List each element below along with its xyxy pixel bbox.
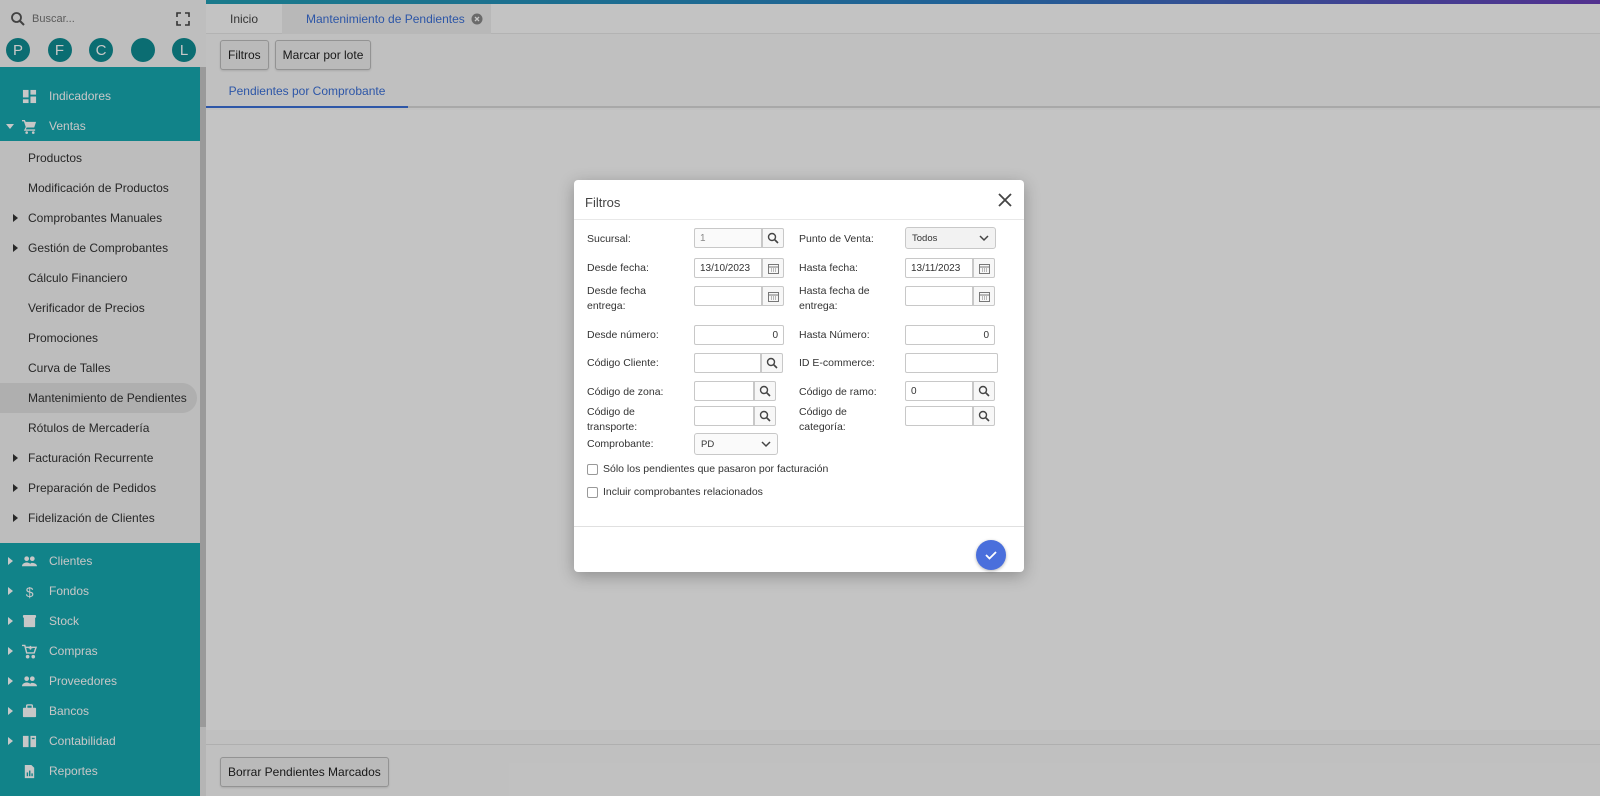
calendar-icon [767,263,779,274]
desde-numero-label: Desde número: [587,329,659,341]
codigo-zona-field[interactable] [694,381,754,401]
chevron-down-icon [979,235,989,242]
sucursal-label: Sucursal: [587,233,631,245]
solo-facturados-checkbox[interactable]: Sólo los pendientes que pasaron por fact… [587,463,828,475]
checkbox-box[interactable] [587,463,598,475]
checkbox-label: Sólo los pendientes que pasaron por fact… [603,463,829,475]
hasta-fecha-field[interactable]: 13/11/2023 [905,258,973,278]
calendar-icon [767,291,779,302]
chevron-down-icon [761,441,771,448]
filters-dialog: Filtros Sucursal: 1 Punto de Venta: Todo… [574,180,1024,572]
codigo-cliente-label: Código Cliente: [587,357,659,369]
desde-entrega-label-line: Desde fecha [587,285,646,297]
hasta-entrega-calendar-button[interactable] [973,286,995,306]
codigo-ramo-label: Código de ramo: [799,386,877,398]
punto-venta-value: Todos [912,232,938,244]
calendar-icon [978,291,990,302]
hasta-entrega-label: Hasta fecha de entrega: [799,284,870,314]
search-icon [978,410,990,422]
confirm-button[interactable] [976,540,1006,570]
desde-fecha-calendar-button[interactable] [762,258,784,278]
calendar-icon [978,263,990,274]
hasta-entrega-field[interactable] [905,286,973,306]
comprobante-label: Comprobante: [587,438,654,450]
codigo-ramo-search-button[interactable] [973,381,995,401]
codigo-transporte-field[interactable] [694,406,754,426]
comprobante-value: PD [701,438,715,450]
hasta-numero-label: Hasta Número: [799,329,870,341]
codigo-zona-search-button[interactable] [754,381,776,401]
incluir-relacionados-checkbox[interactable]: Incluir comprobantes relacionados [587,486,763,498]
codigo-transporte-search-button[interactable] [754,406,776,426]
check-icon [985,551,997,560]
hasta-fecha-label: Hasta fecha: [799,262,858,274]
hasta-numero-field[interactable]: 0 [905,325,995,345]
comprobante-select[interactable]: PD [694,433,778,455]
id-ecommerce-field[interactable] [905,353,998,373]
close-icon[interactable] [998,193,1012,207]
hasta-entrega-label-line: Hasta fecha de [799,285,870,297]
punto-venta-label: Punto de Venta: [799,233,874,245]
codigo-categoria-label-line: Código de [799,406,847,418]
codigo-cliente-field[interactable] [694,353,761,373]
codigo-categoria-label-line: categoría: [799,421,846,433]
search-icon [759,410,771,422]
desde-numero-field[interactable]: 0 [694,325,784,345]
desde-entrega-label: Desde fecha entrega: [587,284,646,314]
dialog-header: Filtros [574,180,1024,220]
checkbox-box[interactable] [587,486,598,498]
codigo-categoria-label: Código de categoría: [799,405,847,435]
codigo-categoria-field[interactable] [905,406,973,426]
dialog-title: Filtros [585,195,621,210]
search-icon [766,357,778,369]
id-ecommerce-label: ID E-commerce: [799,357,875,369]
codigo-transporte-label-line: transporte: [587,421,638,433]
search-icon [767,232,779,244]
sucursal-field[interactable]: 1 [694,228,762,248]
hasta-entrega-label-line: entrega: [799,300,838,312]
desde-entrega-calendar-button[interactable] [762,286,784,306]
checkbox-label: Incluir comprobantes relacionados [603,486,763,498]
dialog-footer-divider [574,526,1024,527]
sucursal-search-button[interactable] [762,228,784,248]
codigo-zona-label: Código de zona: [587,386,664,398]
codigo-transporte-label-line: Código de [587,406,635,418]
search-icon [978,385,990,397]
desde-entrega-field[interactable] [694,286,762,306]
codigo-ramo-field[interactable]: 0 [905,381,973,401]
hasta-fecha-calendar-button[interactable] [973,258,995,278]
punto-venta-select[interactable]: Todos [905,227,996,249]
codigo-categoria-search-button[interactable] [973,406,995,426]
desde-fecha-label: Desde fecha: [587,262,649,274]
codigo-transporte-label: Código de transporte: [587,405,637,435]
codigo-cliente-search-button[interactable] [761,353,783,373]
desde-entrega-label-line: entrega: [587,300,626,312]
search-icon [759,385,771,397]
desde-fecha-field[interactable]: 13/10/2023 [694,258,762,278]
